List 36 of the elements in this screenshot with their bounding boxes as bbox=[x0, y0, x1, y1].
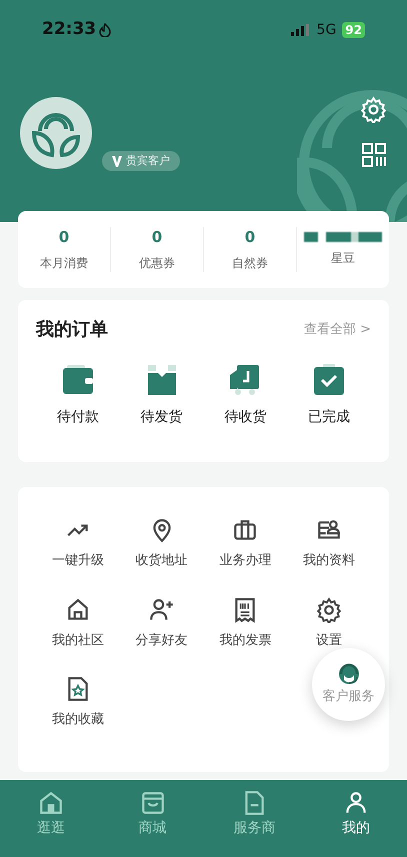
signal-icon bbox=[290, 24, 311, 36]
time: 22:33 bbox=[42, 18, 96, 42]
service-button[interactable]: 业务办理 bbox=[204, 517, 288, 570]
network-type: 5G bbox=[316, 20, 336, 40]
flame-icon bbox=[99, 23, 112, 37]
service-button[interactable]: 我的发票 bbox=[204, 596, 288, 650]
stat-label: 优惠券 bbox=[139, 255, 175, 272]
service-button[interactable]: 收货地址 bbox=[120, 517, 204, 570]
service-button[interactable]: 我的社区 bbox=[36, 596, 120, 650]
order-status-button[interactable]: 待收货 bbox=[204, 363, 288, 428]
shopping-bag-icon bbox=[140, 790, 166, 816]
settings-icon bbox=[316, 596, 342, 622]
stat-label: 星豆 bbox=[331, 250, 355, 267]
order-status-button[interactable]: 待发货 bbox=[120, 363, 204, 428]
service-button[interactable]: 分享好友 bbox=[120, 596, 204, 650]
service-button[interactable]: 我的资料 bbox=[287, 517, 371, 570]
tab[interactable]: 我的 bbox=[305, 790, 407, 839]
service-button[interactable]: 设置 bbox=[287, 596, 371, 650]
vip-badge: 贵宾客户 bbox=[102, 151, 180, 171]
qr-code-icon[interactable] bbox=[362, 143, 386, 167]
wallet-icon bbox=[60, 363, 95, 397]
section-title: 我的订单 bbox=[36, 318, 108, 342]
order-status-button[interactable]: 待付款 bbox=[36, 363, 120, 428]
order-status-button[interactable]: 已完成 bbox=[287, 363, 371, 428]
stat-label: 本月消费 bbox=[40, 255, 88, 272]
stat-value: 0 bbox=[244, 227, 256, 247]
house-icon bbox=[38, 790, 64, 816]
settings-icon[interactable] bbox=[360, 96, 387, 123]
battery-level: 92 bbox=[342, 22, 365, 38]
add-person-icon bbox=[148, 596, 175, 622]
service-button[interactable]: 一键升级 bbox=[36, 517, 120, 570]
stat-label: 自然券 bbox=[232, 255, 268, 272]
stat-value: 0 bbox=[152, 227, 162, 247]
service-button[interactable]: 我的收藏 bbox=[36, 676, 120, 730]
stat-value: 0 bbox=[58, 227, 70, 247]
check-clipboard-icon bbox=[312, 363, 346, 397]
